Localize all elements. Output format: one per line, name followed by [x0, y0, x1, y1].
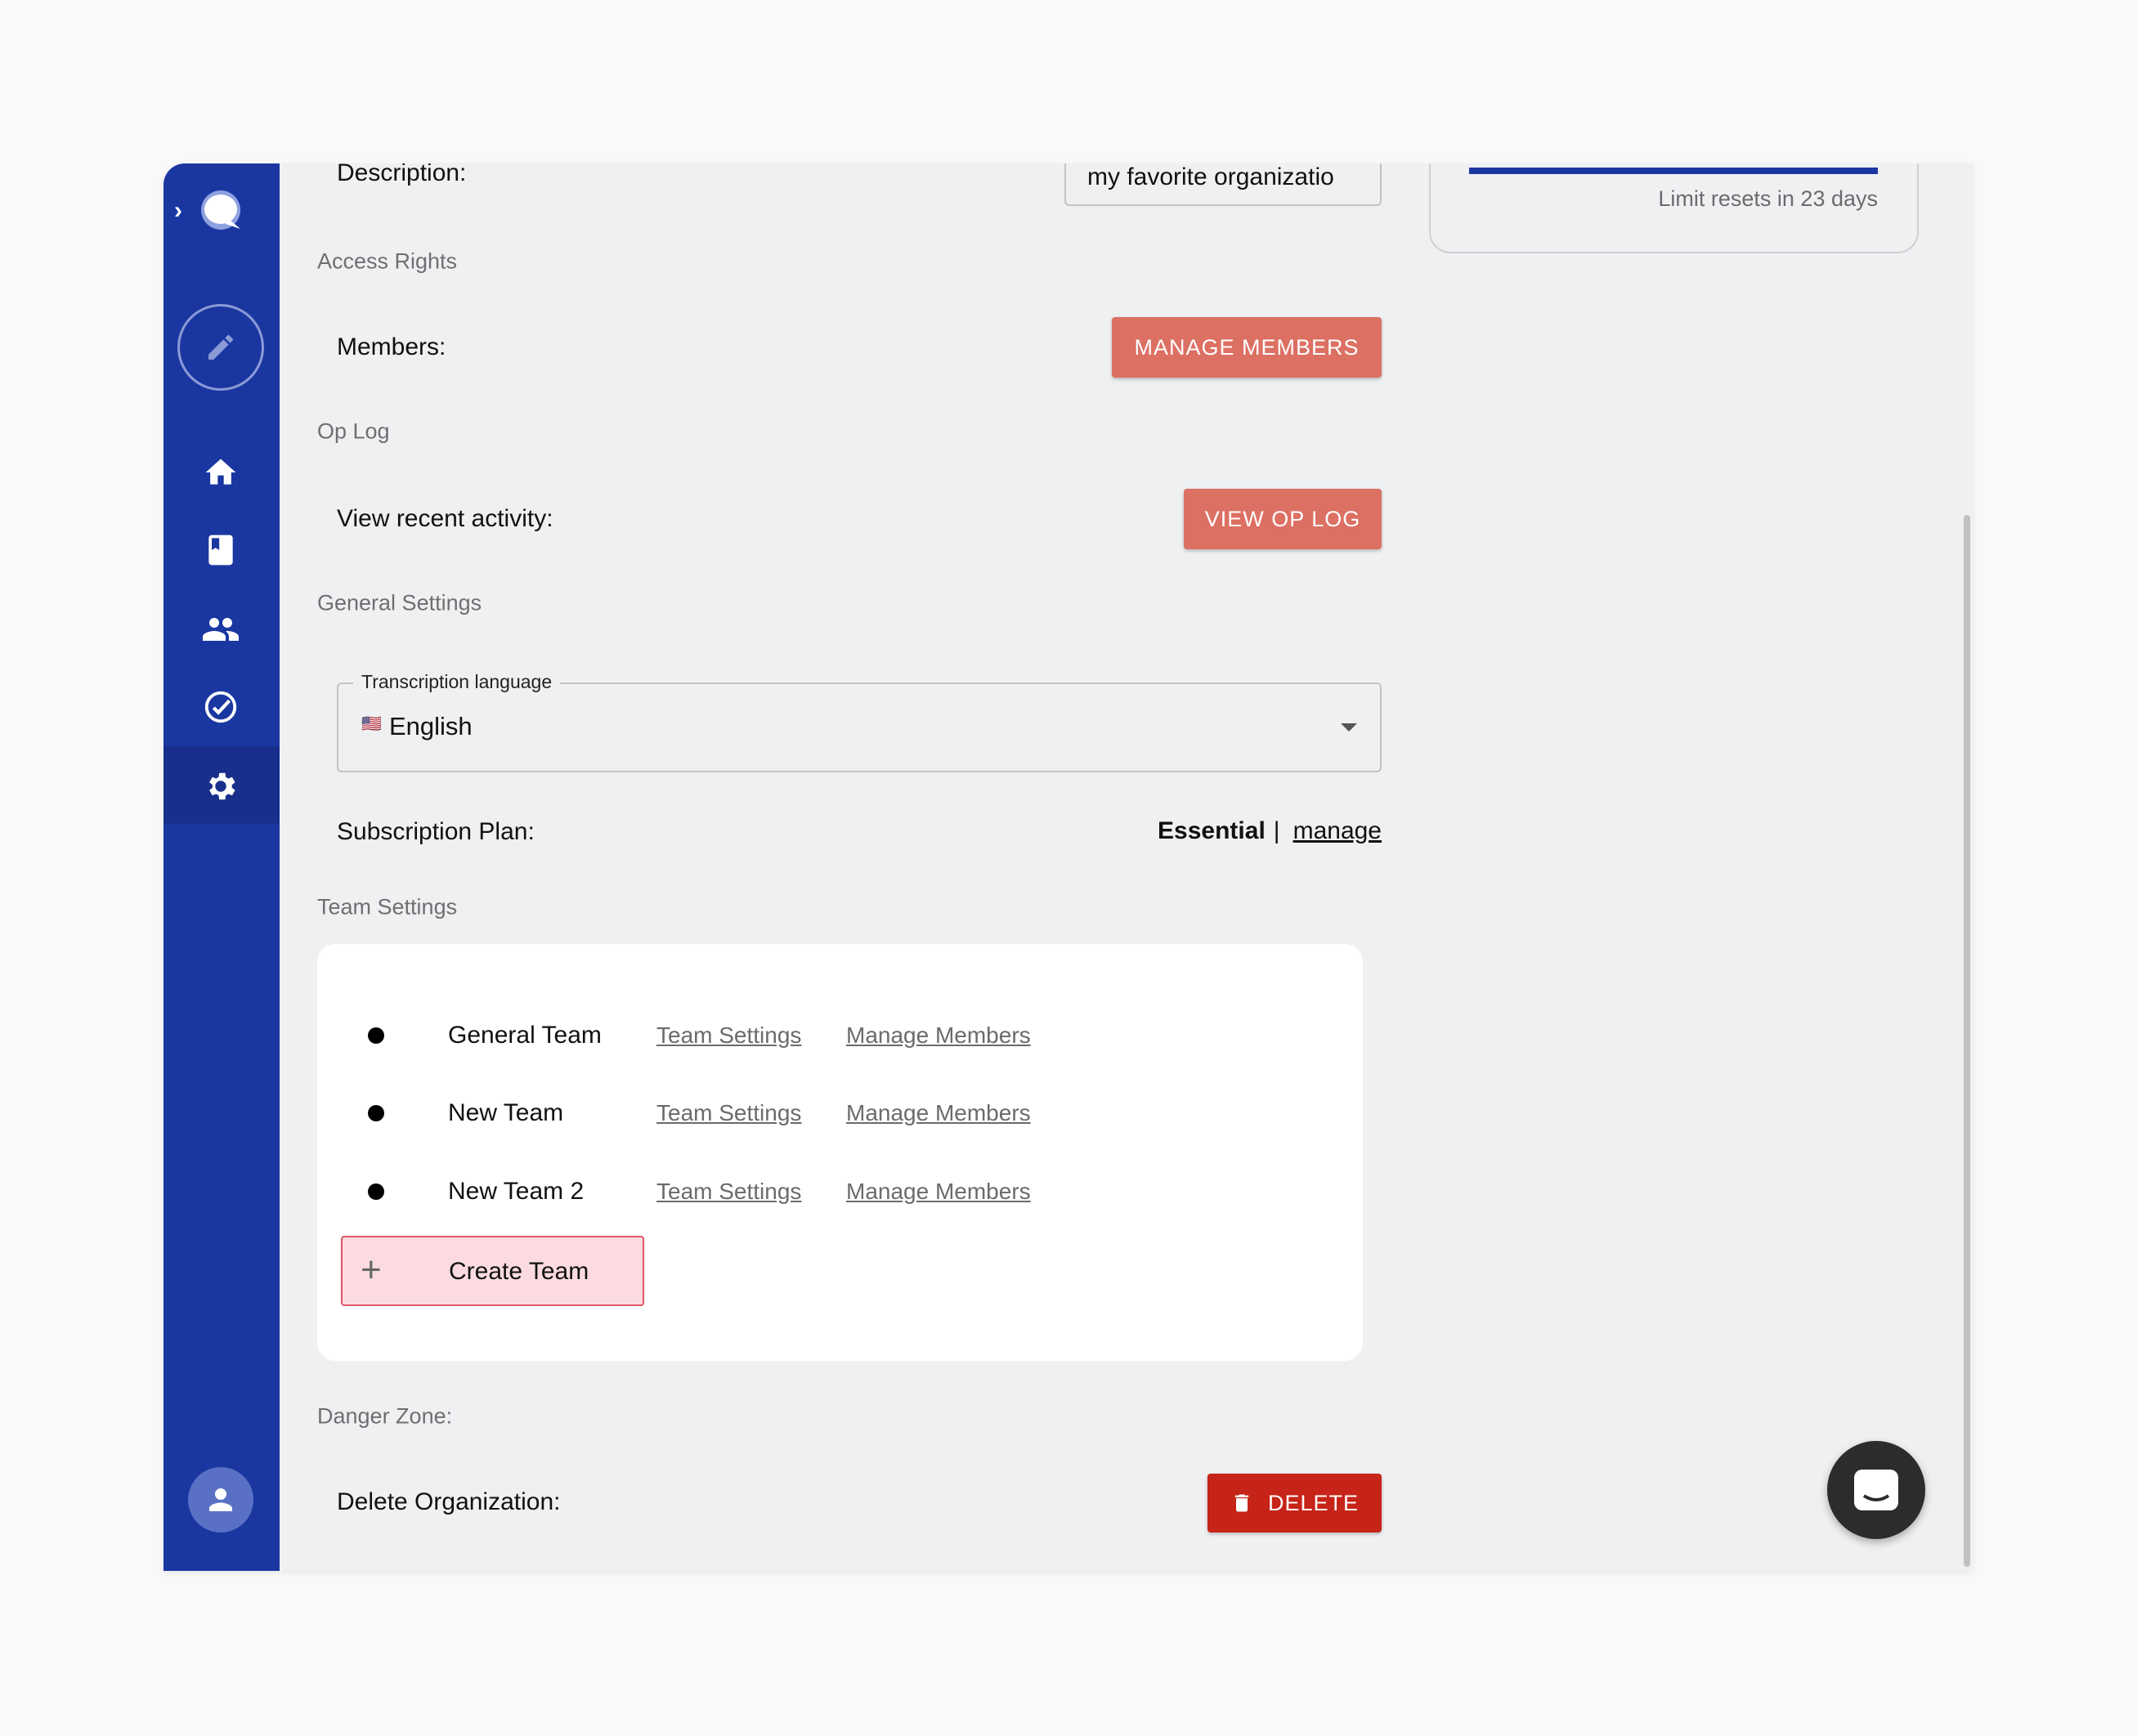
create-team-button[interactable]: + Create Team: [341, 1236, 644, 1306]
sidebar-item-tasks[interactable]: [202, 688, 240, 726]
limit-reset-text: Limit resets in 23 days: [1658, 186, 1878, 211]
description-input[interactable]: my favorite organizatio: [1064, 163, 1382, 206]
subscription-plan-value: Essential | manage: [1158, 817, 1382, 845]
section-team-settings: Team Settings: [317, 894, 458, 919]
create-team-label: Create Team: [449, 1258, 589, 1285]
us-flag-icon: 🇺🇸: [361, 715, 382, 733]
book-icon: [208, 535, 233, 566]
usage-progress-fill: [1469, 168, 1878, 174]
plan-name: Essential: [1158, 817, 1266, 844]
usage-card: Limit resets in 23 days: [1429, 163, 1919, 253]
people-icon: [203, 618, 239, 641]
plus-icon: +: [361, 1250, 382, 1290]
team-manage-members-link[interactable]: Manage Members: [846, 1022, 1031, 1049]
bullet-icon: [368, 1027, 384, 1044]
pencil-icon: [208, 334, 233, 360]
check-circle-icon: [204, 691, 237, 723]
team-manage-members-link[interactable]: Manage Members: [846, 1100, 1031, 1126]
bullet-icon: [368, 1183, 384, 1200]
section-general-settings: General Settings: [317, 590, 482, 615]
usage-progress-track: [1469, 168, 1878, 174]
bullet-icon: [368, 1105, 384, 1121]
delete-button[interactable]: DELETE: [1207, 1474, 1382, 1532]
delete-label: DELETE: [1267, 1490, 1360, 1515]
section-access-rights: Access Rights: [317, 248, 458, 274]
gear-icon: [209, 772, 235, 800]
plan-separator: |: [1273, 817, 1280, 844]
sidebar-item-members[interactable]: [201, 610, 240, 649]
dropdown-arrow-icon: [1341, 723, 1357, 732]
view-op-log-button[interactable]: VIEW OP LOG: [1184, 489, 1382, 549]
logo-icon: [196, 188, 245, 234]
view-activity-label: View recent activity:: [337, 505, 553, 532]
team-settings-link[interactable]: Team Settings: [656, 1022, 801, 1049]
manage-members-button[interactable]: MANAGE MEMBERS: [1112, 317, 1382, 378]
manage-plan-link[interactable]: manage: [1293, 817, 1382, 845]
sidebar-item-home[interactable]: [203, 454, 239, 490]
user-icon: [209, 1488, 232, 1511]
scrollbar[interactable]: [1964, 515, 1970, 1567]
description-label: Description:: [337, 163, 467, 186]
transcription-language-select[interactable]: Transcription language 🇺🇸 English: [337, 671, 1382, 772]
members-label: Members:: [337, 333, 446, 360]
section-op-log: Op Log: [317, 418, 390, 444]
team-name: General Team: [448, 1022, 602, 1049]
team-name: New Team 2: [448, 1178, 585, 1205]
language-value: English: [389, 712, 473, 740]
team-manage-members-link[interactable]: Manage Members: [846, 1179, 1031, 1205]
sidebar-item-library[interactable]: [203, 532, 239, 568]
home-icon: [205, 459, 236, 485]
team-name: New Team: [448, 1099, 564, 1126]
team-settings-link[interactable]: Team Settings: [656, 1100, 801, 1126]
sidebar: ›: [164, 163, 280, 1571]
sidebar-item-settings[interactable]: [202, 767, 240, 805]
subscription-plan-label: Subscription Plan:: [337, 818, 535, 845]
avatar[interactable]: [188, 1467, 253, 1532]
expand-chevron-icon[interactable]: ›: [174, 197, 182, 225]
app-window: › Description: my favorite organizatio A…: [164, 163, 1973, 1571]
team-settings-link[interactable]: Team Settings: [656, 1179, 801, 1205]
chat-icon: [1854, 1470, 1898, 1510]
chat-button[interactable]: [1827, 1441, 1925, 1539]
new-edit-button[interactable]: [177, 304, 264, 391]
transcription-language-label: Transcription language: [353, 671, 561, 693]
team-list-card: General Team Team Settings Manage Member…: [317, 944, 1363, 1361]
delete-organization-label: Delete Organization:: [337, 1488, 561, 1515]
section-danger-zone: Danger Zone:: [317, 1403, 453, 1429]
trash-icon: [1234, 1494, 1249, 1512]
